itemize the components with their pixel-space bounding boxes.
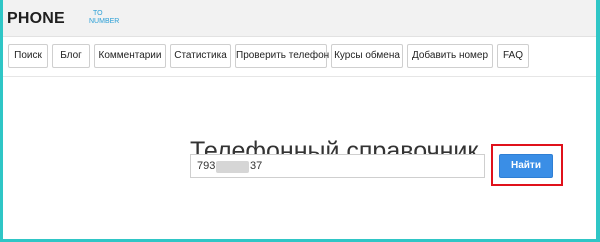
nav-item-faq[interactable]: FAQ xyxy=(497,44,529,68)
logo-sub-bottom: NUMBER xyxy=(89,18,120,25)
nav-item-check-phone[interactable]: Проверить телефон xyxy=(235,44,329,68)
logo-text-sub: TO NUMBER xyxy=(89,10,129,26)
site-header: PHONE TO NUMBER xyxy=(3,0,596,37)
search-button[interactable]: Найти xyxy=(499,154,553,178)
logo-sub-top: TO xyxy=(93,10,103,17)
nav-divider xyxy=(3,76,596,77)
input-value-prefix: 793 xyxy=(197,160,216,172)
nav-item-statistics[interactable]: Статистика xyxy=(170,44,231,68)
nav-item-exchange-rates[interactable]: Курсы обмена xyxy=(331,44,403,68)
nav-item-blog[interactable]: Блог xyxy=(52,44,90,68)
phone-search-input[interactable]: 793 37 xyxy=(190,154,485,178)
input-value-suffix: 37 xyxy=(250,160,263,172)
nav-item-add-number[interactable]: Добавить номер xyxy=(407,44,493,68)
browser-frame: PHONE TO NUMBER Поиск Блог Комментарии С… xyxy=(3,0,596,239)
logo-text-main: PHONE xyxy=(7,10,65,27)
redacted-digits xyxy=(216,161,249,173)
nav-item-comments[interactable]: Комментарии xyxy=(94,44,166,68)
nav-item-search[interactable]: Поиск xyxy=(8,44,48,68)
